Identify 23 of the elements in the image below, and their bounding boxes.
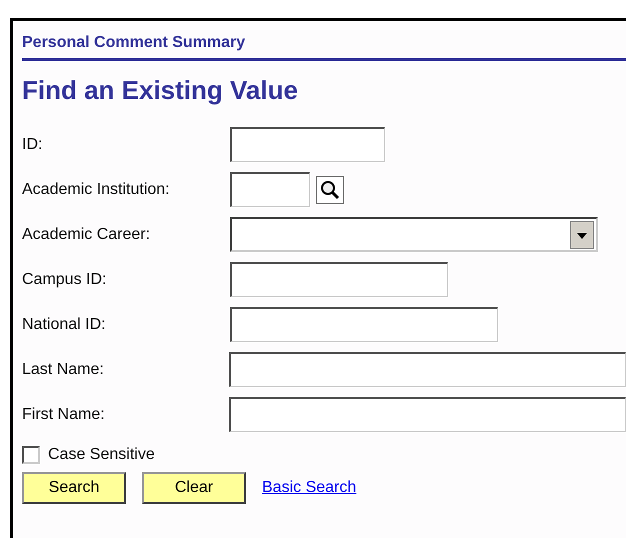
page-heading: Find an Existing Value — [22, 75, 298, 106]
clear-button[interactable]: Clear — [142, 472, 246, 504]
page-title: Personal Comment Summary — [22, 33, 246, 52]
checkbox-label: Case Sensitive — [48, 446, 155, 464]
caret-icon[interactable] — [570, 220, 594, 248]
field-label: Academic Career: — [22, 226, 152, 244]
input-field[interactable] — [230, 172, 310, 207]
field-label: Academic Institution: — [22, 180, 171, 198]
field-label: Last Name: — [22, 360, 105, 378]
input-field[interactable] — [230, 127, 385, 162]
field-label: Campus ID: — [22, 270, 108, 288]
basic-search-link[interactable]: Basic Search — [262, 479, 356, 497]
dropdown[interactable] — [230, 217, 598, 252]
input-field[interactable] — [230, 307, 498, 342]
input-field[interactable] — [228, 352, 626, 387]
field-label: First Name: — [22, 406, 106, 424]
checkbox[interactable] — [22, 446, 40, 464]
input-field[interactable] — [228, 397, 626, 432]
field-label: National ID: — [22, 316, 107, 334]
input-field[interactable] — [230, 262, 448, 297]
search-button[interactable]: Search — [22, 472, 126, 504]
search-icon[interactable] — [316, 176, 344, 204]
field-label: ID: — [22, 136, 44, 154]
